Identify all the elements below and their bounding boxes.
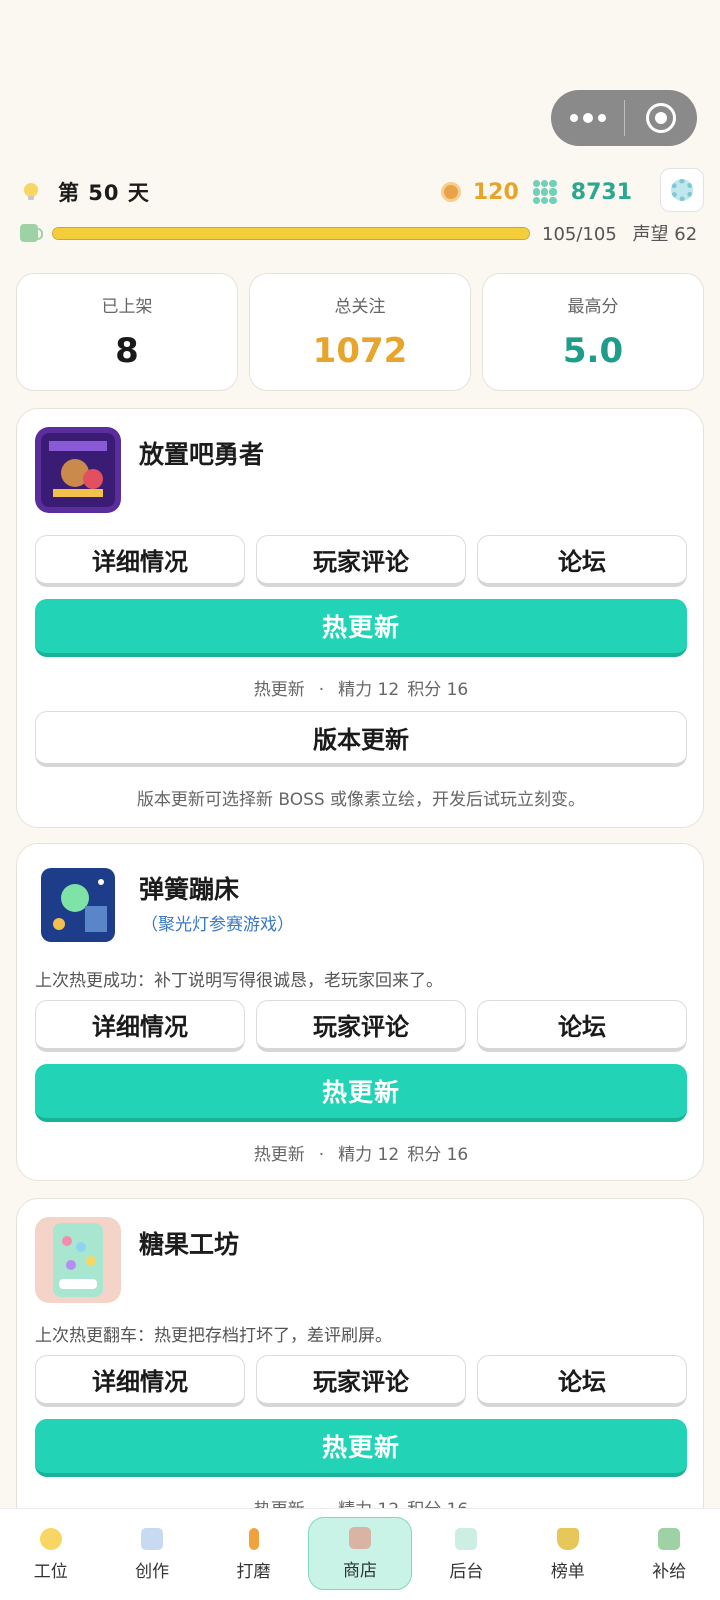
chart-icon	[455, 1527, 478, 1550]
details-button[interactable]: 详细情况	[35, 535, 245, 587]
currency-display: 120 8731	[440, 179, 632, 205]
hot-update-button[interactable]: 热更新	[35, 1419, 687, 1477]
nav-label: 榜单	[550, 1561, 585, 1582]
stat-value: 1072	[312, 331, 408, 371]
bottom-nav: 工位 创作 打磨 商店 后台 榜单 补给	[0, 1508, 720, 1600]
game-title: 弹簧蹦床	[139, 875, 240, 904]
reviews-button[interactable]: 玩家评论	[256, 1355, 466, 1407]
close-miniprogram-icon[interactable]	[625, 90, 697, 146]
lightbulb-icon	[39, 1527, 62, 1550]
game-card: 糖果工坊 上次热更翻车：热更把存档打坏了，差评刷屏。 详细情况 玩家评论 论坛 …	[16, 1198, 704, 1538]
game-actions: 详细情况 玩家评论 论坛	[35, 1355, 687, 1407]
stat-label: 已上架	[101, 297, 153, 317]
game-thumbnail	[35, 862, 121, 948]
hot-update-cost: 热更新·精力 12积分 16	[253, 1145, 469, 1165]
version-update-note: 版本更新可选择新 BOSS 或像素立绘，开发后试玩立刻变。	[136, 790, 586, 810]
chat-icon	[141, 1527, 164, 1550]
gem-icon	[532, 180, 557, 204]
coin-icon	[440, 182, 461, 202]
game-thumbnail	[35, 427, 121, 513]
energy-bar-fill	[53, 227, 529, 239]
game-actions: 详细情况 玩家评论 论坛	[35, 1000, 687, 1052]
energy-cost: 精力 12	[338, 680, 400, 700]
game-card: 放置吧勇者 详细情况 玩家评论 论坛 热更新 热更新 · 精力 12 积分 16 版本…	[16, 408, 704, 828]
stat-value: 8	[115, 331, 139, 371]
shop-icon	[348, 1526, 371, 1549]
nav-label: 补给	[652, 1561, 687, 1582]
cost-label: 热更新	[253, 680, 305, 700]
energy-bar	[52, 226, 530, 240]
nav-label: 商店	[342, 1560, 377, 1581]
points-cost: 积分 16	[407, 680, 469, 700]
stat-listed: 已上架 8	[16, 273, 238, 391]
game-title: 放置吧勇者	[139, 440, 265, 469]
trophy-icon	[556, 1527, 579, 1550]
stat-value: 5.0	[562, 331, 624, 371]
hot-update-cost: 热更新·精力 12积分 16	[253, 680, 469, 700]
forum-button[interactable]: 论坛	[477, 1000, 687, 1052]
spotlight-tag: （聚光灯参赛游戏）	[141, 915, 294, 935]
stat-label: 总关注	[334, 297, 386, 317]
last-update-message: 上次热更成功：补丁说明写得很诚恳，老玩家回来了。	[35, 971, 443, 991]
cup-icon	[658, 1527, 681, 1550]
stat-label: 最高分	[567, 297, 619, 317]
stat-top-score: 最高分 5.0	[482, 273, 704, 391]
stats-panel: 已上架 8 总关注 1072 最高分 5.0	[16, 273, 704, 391]
last-update-message: 上次热更翻车：热更把存档打坏了，差评刷屏。	[35, 1326, 392, 1346]
nav-item-create[interactable]: 创作	[101, 1509, 202, 1600]
gold-amount: 120	[472, 179, 519, 205]
nav-item-polish[interactable]: 打磨	[203, 1509, 304, 1600]
nav-item-supply[interactable]: 补给	[619, 1509, 720, 1600]
lightbulb-icon	[24, 183, 38, 200]
gear-icon	[671, 179, 693, 201]
hot-update-button[interactable]: 热更新	[35, 1064, 687, 1122]
game-title: 糖果工坊	[139, 1230, 240, 1259]
menu-capsule	[551, 90, 697, 146]
stat-followers: 总关注 1072	[249, 273, 471, 391]
energy-row: 105/105 声望 62	[20, 221, 704, 245]
energy-value: 105/105	[542, 224, 617, 245]
game-card: 弹簧蹦床 （聚光灯参赛游戏） 上次热更成功：补丁说明写得很诚恳，老玩家回来了。 …	[16, 843, 704, 1181]
hot-update-button[interactable]: 热更新	[35, 599, 687, 657]
energy-cost: 精力 12	[338, 1145, 400, 1165]
nav-item-backend[interactable]: 后台	[416, 1509, 517, 1600]
gem-amount: 8731	[570, 179, 632, 205]
energy-cup-icon	[20, 224, 43, 242]
nav-label: 打磨	[236, 1561, 271, 1582]
reputation-value: 声望 62	[632, 224, 698, 245]
nav-label: 后台	[449, 1561, 484, 1582]
game-actions: 详细情况 玩家评论 论坛	[35, 535, 687, 587]
reviews-button[interactable]: 玩家评论	[256, 535, 466, 587]
forum-button[interactable]: 论坛	[477, 1355, 687, 1407]
reviews-button[interactable]: 玩家评论	[256, 1000, 466, 1052]
nav-item-workstation[interactable]: 工位	[0, 1509, 101, 1600]
status-header: 第 50 天 120 8731	[20, 168, 704, 212]
forum-button[interactable]: 论坛	[477, 535, 687, 587]
nav-item-shop[interactable]: 商店	[308, 1517, 412, 1590]
version-update-button[interactable]: 版本更新	[35, 711, 687, 767]
game-thumbnail	[35, 1217, 121, 1303]
energy-text: 105/105 声望 62	[542, 220, 697, 246]
nav-item-ranking[interactable]: 榜单	[517, 1509, 618, 1600]
points-cost: 积分 16	[407, 1145, 469, 1165]
day-counter: 第 50 天	[58, 181, 150, 205]
details-button[interactable]: 详细情况	[35, 1000, 245, 1052]
nav-label: 创作	[135, 1561, 170, 1582]
more-icon[interactable]	[551, 90, 624, 146]
nav-label: 工位	[33, 1561, 68, 1582]
settings-button[interactable]	[660, 168, 704, 212]
cost-label: 热更新	[253, 1145, 305, 1165]
details-button[interactable]: 详细情况	[35, 1355, 245, 1407]
wrench-icon	[248, 1527, 259, 1550]
